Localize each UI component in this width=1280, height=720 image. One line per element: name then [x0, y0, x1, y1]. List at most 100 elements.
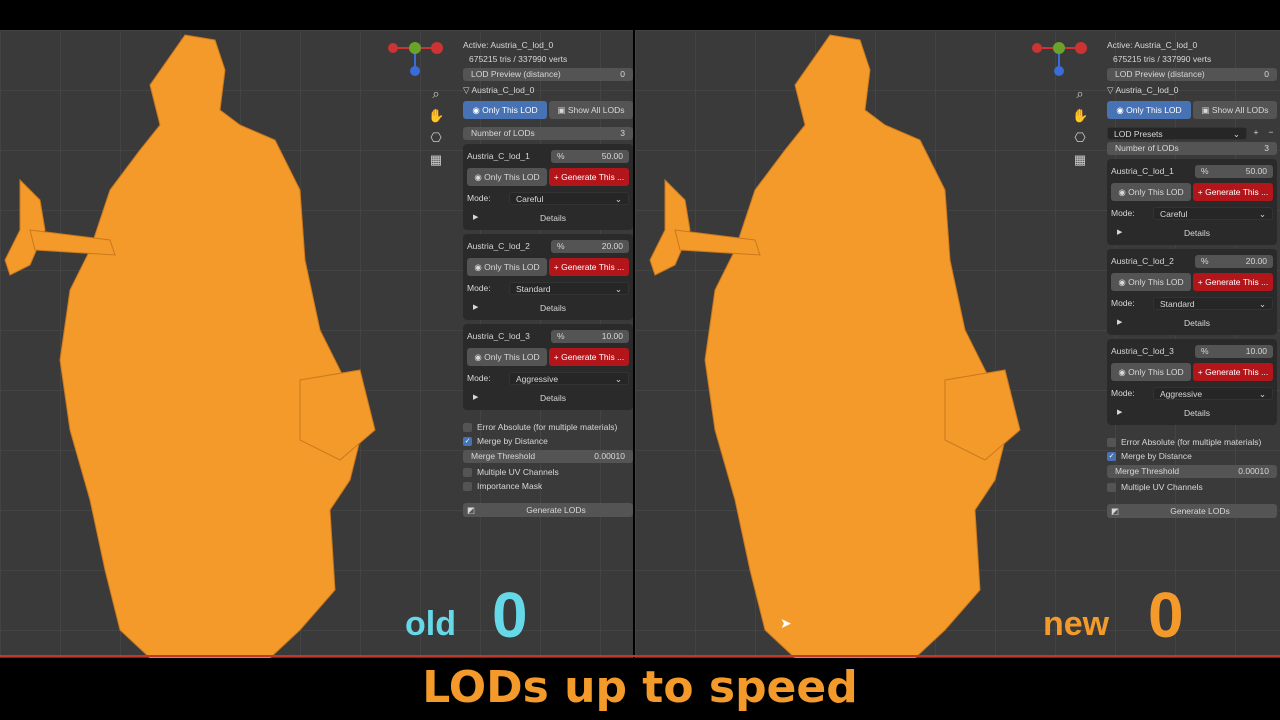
camera-icon[interactable]: ⎔: [1072, 130, 1088, 146]
merge-threshold-field[interactable]: Merge Threshold 0.00010: [463, 450, 633, 463]
generate-lods-button[interactable]: ◩ Generate LODs: [463, 503, 633, 517]
show-all-lods-label: Show All LODs: [1211, 105, 1269, 115]
eye-icon: ◉: [1116, 105, 1127, 115]
details-toggle[interactable]: ▶ Details: [1111, 405, 1273, 421]
lod-percent-value: 10.00: [1245, 345, 1267, 356]
mode-select[interactable]: Careful ⌄: [509, 191, 629, 205]
merge-threshold-field[interactable]: Merge Threshold 0.00010: [1107, 465, 1277, 478]
axis-gizmo[interactable]: [383, 38, 447, 80]
add-preset-icon[interactable]: +: [1250, 127, 1262, 140]
checkbox-icon: [1107, 437, 1116, 447]
old-label: old: [405, 605, 456, 643]
only-this-lod-button[interactable]: ◉ Only This LOD: [467, 258, 547, 276]
image-icon: ▣: [1201, 105, 1212, 115]
camera-icon[interactable]: ⎔: [428, 130, 444, 146]
merge-by-distance-checkbox[interactable]: ✓ Merge by Distance: [463, 434, 633, 448]
only-this-lod-button[interactable]: ◉ Only This LOD: [1111, 183, 1191, 201]
only-this-lod-button[interactable]: ◉ Only This LOD: [1111, 273, 1191, 291]
mode-select[interactable]: Aggressive ⌄: [509, 371, 629, 385]
generate-this-lod-button[interactable]: + Generate This ...: [549, 168, 629, 186]
hand-pan-icon[interactable]: ✋: [428, 108, 444, 124]
lod-percent-field[interactable]: % 20.00: [551, 239, 629, 253]
percent-symbol: %: [1201, 345, 1209, 356]
only-this-lod-label: Only This LOD: [1128, 277, 1184, 287]
mode-select[interactable]: Careful ⌄: [1153, 206, 1273, 220]
generate-lods-label: Generate LODs: [526, 505, 586, 515]
eye-icon: ◉: [1118, 277, 1129, 287]
grid-icon[interactable]: ▦: [1072, 152, 1088, 168]
disclosure-triangle-icon: ▶: [1117, 409, 1123, 416]
only-this-lod-button[interactable]: ◉ Only This LOD: [467, 348, 547, 366]
show-all-lods-toggle[interactable]: ▣ Show All LODs: [1193, 101, 1277, 119]
mode-label: Mode:: [467, 283, 491, 293]
eye-icon: ◉: [474, 262, 485, 272]
merge-by-distance-checkbox[interactable]: ✓ Merge by Distance: [1107, 449, 1277, 463]
lod-name: Austria_C_lod_2: [1111, 256, 1174, 266]
checkbox-icon: [463, 467, 472, 477]
generate-this-lod-button[interactable]: + Generate This ...: [1193, 273, 1273, 291]
number-of-lods-label: Number of LODs: [1115, 143, 1179, 153]
zoom-icon[interactable]: ⌕: [1072, 86, 1088, 102]
generate-lods-button[interactable]: ◩ Generate LODs: [1107, 504, 1277, 518]
lod-percent-field[interactable]: % 10.00: [1195, 344, 1273, 358]
only-this-lod-button[interactable]: ◉ Only This LOD: [1111, 363, 1191, 381]
merge-threshold-label: Merge Threshold: [1115, 466, 1180, 476]
details-toggle[interactable]: ▶ Details: [1111, 225, 1273, 241]
checkmark-icon: ✓: [463, 436, 472, 446]
remove-preset-icon[interactable]: −: [1265, 127, 1277, 140]
zoom-icon[interactable]: ⌕: [428, 86, 444, 102]
merge-by-distance-label: Merge by Distance: [477, 436, 548, 446]
generate-icon: ◩: [1110, 506, 1120, 516]
mode-label: Mode:: [1111, 208, 1135, 218]
only-this-lod-toggle[interactable]: ◉ Only This LOD: [1107, 101, 1191, 119]
generate-this-lod-button[interactable]: + Generate This ...: [549, 258, 629, 276]
only-this-lod-toggle[interactable]: ◉ Only This LOD: [463, 101, 547, 119]
mode-select[interactable]: Standard ⌄: [1153, 296, 1273, 310]
merge-threshold-value: 0.00010: [1238, 466, 1269, 476]
lod-percent-field[interactable]: % 50.00: [551, 149, 629, 163]
mode-value: Standard: [1160, 298, 1195, 309]
lod-preview-field[interactable]: LOD Preview (distance) 0: [463, 68, 633, 81]
generate-label: Generate This ...: [561, 352, 625, 362]
axis-gizmo[interactable]: [1027, 38, 1091, 80]
multiple-uv-checkbox[interactable]: Multiple UV Channels: [1107, 480, 1277, 494]
lod-presets-select[interactable]: LOD Presets ⌄: [1107, 127, 1247, 140]
generate-this-lod-button[interactable]: + Generate This ...: [1193, 183, 1273, 201]
plus-icon: +: [553, 352, 562, 362]
mode-select[interactable]: Standard ⌄: [509, 281, 629, 295]
importance-mask-checkbox[interactable]: Importance Mask: [463, 479, 633, 493]
error-absolute-checkbox[interactable]: Error Absolute (for multiple materials): [463, 420, 633, 434]
mode-select[interactable]: Aggressive ⌄: [1153, 386, 1273, 400]
lod-preview-field[interactable]: LOD Preview (distance) 0: [1107, 68, 1277, 81]
only-this-lod-label: Only This LOD: [1128, 367, 1184, 377]
show-all-lods-toggle[interactable]: ▣ Show All LODs: [549, 101, 633, 119]
details-toggle[interactable]: ▶ Details: [467, 390, 629, 406]
number-of-lods-field[interactable]: Number of LODs 3: [463, 127, 633, 140]
grid-icon[interactable]: ▦: [428, 152, 444, 168]
lod-percent-field[interactable]: % 50.00: [1195, 164, 1273, 178]
viewport-old[interactable]: ⌕ ✋ ⎔ ▦ Active: Austria_C_lod_0 675215 t…: [0, 30, 633, 658]
details-label: Details: [1184, 228, 1210, 238]
mode-value: Standard: [516, 283, 551, 294]
percent-symbol: %: [557, 150, 565, 161]
plus-icon: +: [1197, 367, 1206, 377]
mouse-cursor-icon: ➤: [780, 615, 792, 631]
number-of-lods-field[interactable]: Number of LODs 3: [1107, 142, 1277, 155]
chevron-down-icon: ⌄: [1258, 388, 1266, 399]
mesh-stats: 675215 tris / 337990 verts: [469, 54, 568, 64]
generate-this-lod-button[interactable]: + Generate This ...: [549, 348, 629, 366]
details-toggle[interactable]: ▶ Details: [467, 300, 629, 316]
generate-this-lod-button[interactable]: + Generate This ...: [1193, 363, 1273, 381]
details-toggle[interactable]: ▶ Details: [1111, 315, 1273, 331]
details-toggle[interactable]: ▶ Details: [467, 210, 629, 226]
only-this-lod-button[interactable]: ◉ Only This LOD: [467, 168, 547, 186]
error-absolute-label: Error Absolute (for multiple materials): [477, 422, 618, 432]
lod-percent-field[interactable]: % 10.00: [551, 329, 629, 343]
lod-percent-field[interactable]: % 20.00: [1195, 254, 1273, 268]
hand-pan-icon[interactable]: ✋: [1072, 108, 1088, 124]
multiple-uv-checkbox[interactable]: Multiple UV Channels: [463, 465, 633, 479]
viewport-new[interactable]: ⌕ ✋ ⎔ ▦ Active: Austria_C_lod_0 675215 t…: [635, 30, 1280, 658]
error-absolute-checkbox[interactable]: Error Absolute (for multiple materials): [1107, 435, 1277, 449]
only-this-lod-label: Only This LOD: [484, 172, 540, 182]
disclosure-triangle-icon: ▶: [473, 394, 479, 401]
